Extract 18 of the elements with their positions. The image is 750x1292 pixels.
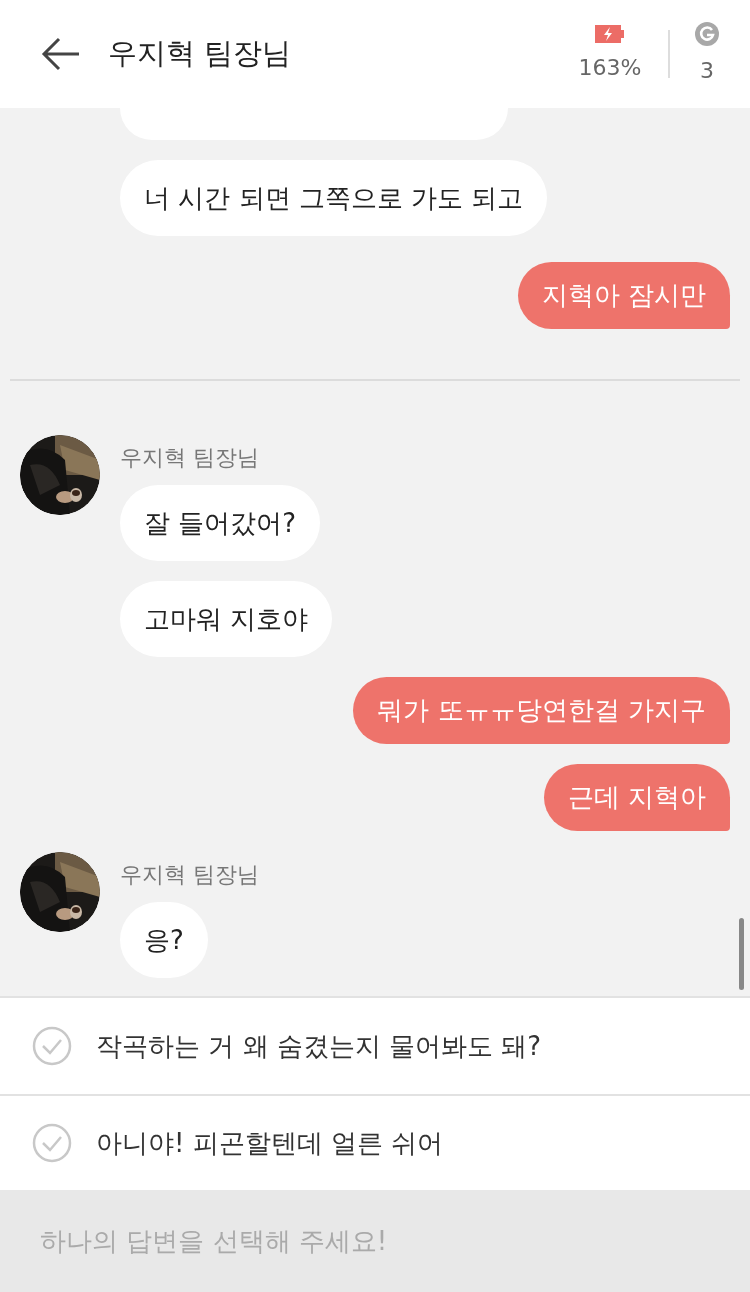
message-bubble: 근데 지혁아: [543, 764, 730, 831]
message-bubble: 응?: [120, 902, 208, 978]
sender-name: 우지혁 팀장님: [120, 861, 259, 888]
sender-name: 우지혁 팀장님: [120, 444, 260, 471]
message-bubble: 지혁아 잠시만: [517, 262, 730, 329]
scrollbar: [739, 918, 744, 990]
battery-icon: [595, 24, 625, 43]
message-bubble: 너 시간 되면 그쪽으로 가도 되고: [120, 160, 548, 236]
message-bubble: 뭐가 또ㅠㅠ당연한걸 가지구: [353, 677, 730, 744]
coin-count: 3: [700, 56, 714, 85]
check-circle-icon: [32, 1026, 72, 1066]
message-bubble: 고마워 지호야: [120, 581, 333, 657]
check-circle-icon: [32, 1123, 72, 1163]
back-icon[interactable]: [41, 36, 81, 72]
battery-percent: 163%: [578, 53, 642, 82]
coin-icon: [695, 21, 719, 46]
message-bubble: 잘 들어갔어?: [120, 485, 321, 561]
chat-title: 우지혁 팀장님: [108, 35, 292, 73]
